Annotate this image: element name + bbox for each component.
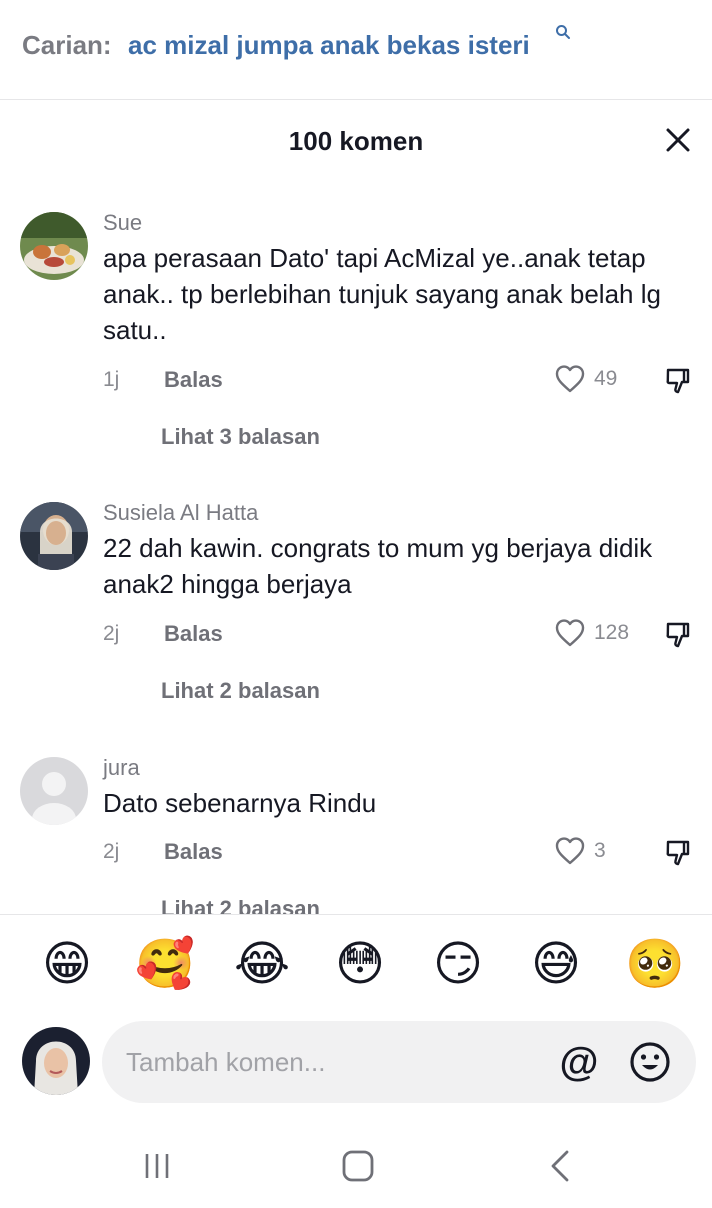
comment-author[interactable]: jura (103, 755, 140, 781)
recent-apps-icon[interactable] (137, 1146, 177, 1186)
home-icon[interactable] (338, 1146, 378, 1186)
back-icon[interactable] (541, 1146, 581, 1186)
reply-button[interactable]: Balas (164, 621, 223, 647)
like-count: 3 (594, 839, 606, 862)
view-replies-link[interactable]: Lihat 2 balasan (161, 678, 320, 704)
emoji-grin[interactable]: 😁 (38, 936, 96, 994)
reply-button[interactable]: Balas (164, 367, 223, 393)
search-prefix: Carian: (22, 30, 112, 60)
dislike-icon[interactable] (664, 838, 694, 868)
like-count: 128 (594, 621, 630, 644)
dislike-icon[interactable] (664, 366, 694, 396)
search-icon[interactable] (555, 24, 571, 40)
avatar-person-image (20, 502, 88, 570)
reply-button[interactable]: Balas (164, 839, 223, 865)
comment-list[interactable]: Sue apa perasaan Dato' tapi AcMizal ye..… (0, 190, 712, 914)
default-avatar-icon (20, 757, 88, 825)
comment-time: 1j (103, 368, 120, 391)
avatar-food-image (20, 212, 88, 280)
comment-time: 2j (103, 622, 120, 645)
comment-text: Dato sebenarnya Rindu (103, 788, 377, 818)
comment-text: apa perasaan Dato' tapi AcMizal ye..anak… (103, 243, 661, 345)
emoji-pleading[interactable]: 🥺 (625, 936, 685, 994)
close-icon (666, 128, 690, 152)
emoji-smirk[interactable]: 😏 (429, 936, 487, 994)
view-replies-link[interactable]: Lihat 2 balasan (161, 896, 320, 914)
dislike-icon[interactable] (664, 620, 694, 650)
search-query[interactable]: ac mizal jumpa anak bekas isteri (128, 30, 530, 61)
emoji-sweat-smile[interactable]: 😅 (527, 936, 585, 994)
avatar[interactable] (20, 502, 88, 570)
avatar-person-image (22, 1027, 90, 1095)
emoji-picker-icon[interactable] (628, 1040, 672, 1084)
like-button[interactable]: 3 (554, 836, 606, 866)
my-avatar (22, 1027, 90, 1095)
heart-icon (555, 619, 585, 647)
like-button[interactable]: 49 (554, 364, 617, 394)
emoji-flushed[interactable]: 😳 (331, 936, 389, 994)
heart-icon (555, 365, 585, 393)
divider (0, 914, 712, 915)
comment-author[interactable]: Susiela Al Hatta (103, 500, 258, 526)
avatar[interactable] (20, 212, 88, 280)
like-count: 49 (594, 367, 618, 390)
comment-text: 22 dah kawin. congrats to mum yg berjaya… (103, 533, 653, 599)
system-navigation-bar (0, 1128, 712, 1200)
view-replies-link[interactable]: Lihat 3 balasan (161, 424, 320, 450)
emoji-quick-bar: 😁 🥰 😂 😳 😏 😅 🥺 (0, 936, 712, 1000)
avatar[interactable] (20, 757, 88, 825)
mention-button[interactable]: @ (557, 1040, 601, 1084)
comment-time: 2j (103, 840, 120, 863)
emoji-smiling-hearts[interactable]: 🥰 (135, 936, 195, 994)
comments-count-title: 100 komen (288, 126, 424, 156)
comment-composer[interactable]: @ (102, 1021, 696, 1103)
close-button[interactable] (660, 122, 696, 158)
heart-icon (555, 837, 585, 865)
comment-author[interactable]: Sue (103, 210, 142, 236)
comment-input[interactable] (126, 1043, 546, 1081)
like-button[interactable]: 128 (554, 618, 629, 648)
emoji-tears-of-joy[interactable]: 😂 (233, 936, 291, 994)
search-bar[interactable]: Carian: ac mizal jumpa anak bekas isteri (0, 0, 712, 100)
